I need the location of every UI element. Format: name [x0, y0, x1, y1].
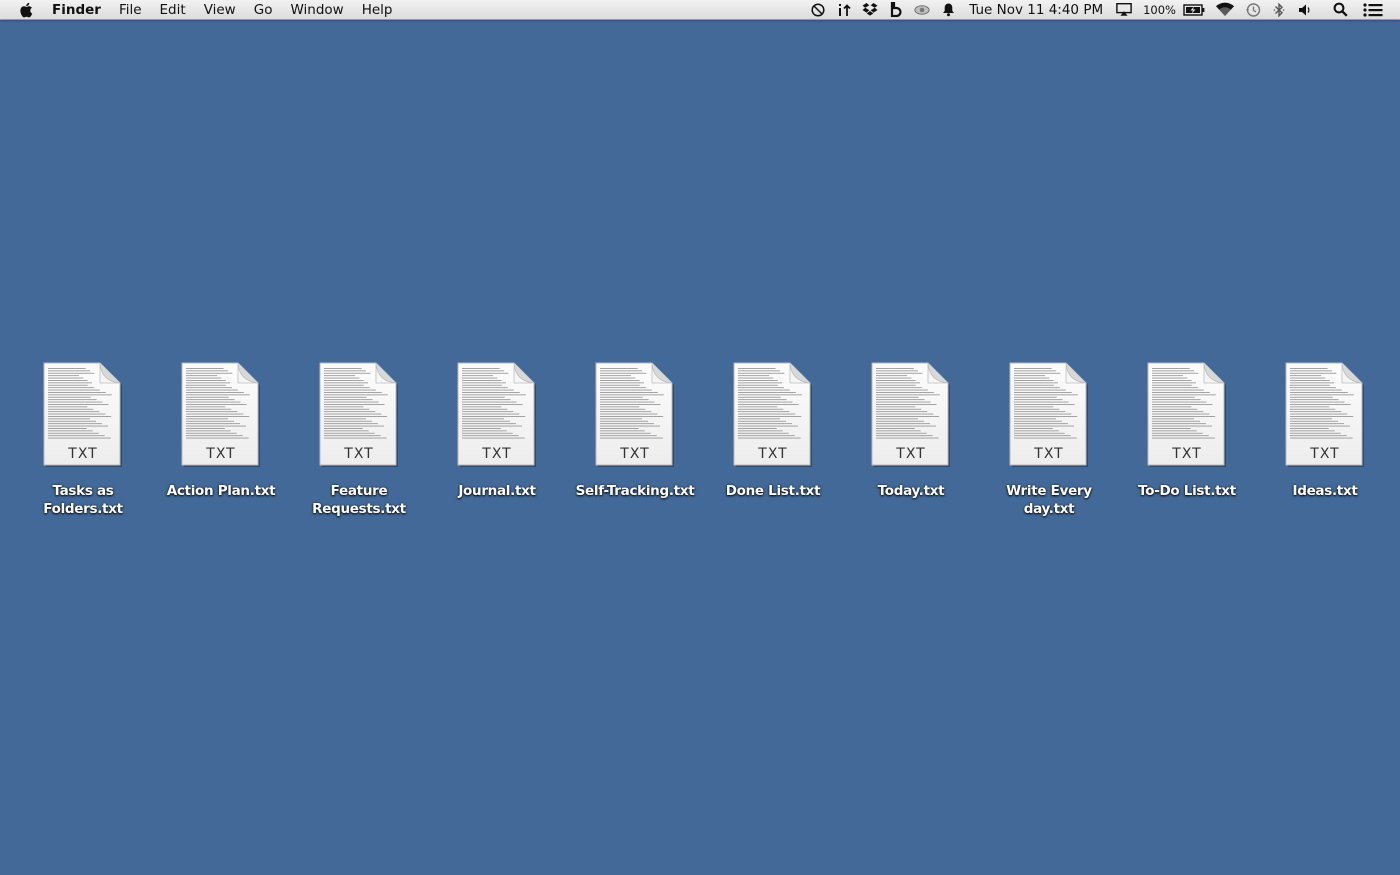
txt-document-icon: TXT	[1147, 362, 1227, 468]
txt-document-icon: TXT	[1285, 362, 1365, 468]
spotlight-search-icon[interactable]	[1332, 2, 1348, 18]
bluetooth-icon[interactable]	[1271, 2, 1287, 18]
desktop-file-today[interactable]: TXT Today.txt	[842, 362, 980, 518]
file-type-label: TXT	[344, 446, 374, 462]
file-type-label: TXT	[482, 446, 512, 462]
airplay-icon[interactable]	[1116, 2, 1132, 18]
do-not-disturb-icon[interactable]	[810, 2, 826, 18]
menu-view[interactable]: View	[195, 0, 245, 20]
sync-arrows-icon[interactable]	[836, 2, 852, 18]
txt-document-icon: TXT	[595, 362, 675, 468]
menu-help[interactable]: Help	[353, 0, 402, 20]
menu-bar: Finder File Edit View Go Window Help Tue…	[0, 0, 1400, 20]
file-type-label: TXT	[896, 446, 926, 462]
desktop-file-to-do-list[interactable]: TXT To-Do List.txt	[1118, 362, 1256, 518]
txt-document-icon: TXT	[871, 362, 951, 468]
desktop-file-self-tracking[interactable]: TXT Self-Tracking.txt	[566, 362, 704, 518]
desktop-file-write-every-day[interactable]: TXT Write Every day.txt	[980, 362, 1118, 518]
desktop-file-tasks-as-folders[interactable]: TXT Tasks as Folders.txt	[14, 362, 152, 518]
menu-bar-extras: Tue Nov 11 4:40 PM 100%	[805, 0, 1400, 20]
desktop-file-done-list[interactable]: TXT Done List.txt	[704, 362, 842, 518]
file-name[interactable]: Today.txt	[845, 482, 977, 500]
file-name[interactable]: Tasks as Folders.txt	[17, 482, 149, 518]
battery-percent[interactable]: 100%	[1143, 3, 1176, 17]
file-type-label: TXT	[758, 446, 788, 462]
time-machine-icon[interactable]	[1245, 2, 1261, 18]
txt-document-icon: TXT	[1009, 362, 1089, 468]
menu-app-finder[interactable]: Finder	[52, 0, 110, 20]
menu-go[interactable]: Go	[245, 0, 282, 20]
menu-bar-left: Finder File Edit View Go Window Help	[0, 0, 401, 20]
desktop-file-journal[interactable]: TXT Journal.txt	[428, 362, 566, 518]
file-name[interactable]: Journal.txt	[431, 482, 563, 500]
file-type-label: TXT	[206, 446, 236, 462]
menu-window[interactable]: Window	[281, 0, 352, 20]
desktop-icons: TXT Tasks as Folders.txt TXT Action Plan…	[14, 362, 1394, 518]
notification-center-list-icon[interactable]	[1363, 2, 1383, 18]
txt-document-icon: TXT	[43, 362, 123, 468]
desktop-file-feature-requests[interactable]: TXT Feature Requests.txt	[290, 362, 428, 518]
file-name[interactable]: Write Every day.txt	[983, 482, 1115, 518]
txt-document-icon: TXT	[733, 362, 813, 468]
txt-document-icon: TXT	[319, 362, 399, 468]
notification-bell-icon[interactable]	[940, 2, 956, 18]
desktop-file-ideas[interactable]: TXT Ideas.txt	[1256, 362, 1394, 518]
apple-logo-icon[interactable]	[18, 1, 34, 19]
file-name[interactable]: Done List.txt	[707, 482, 839, 500]
menu-edit[interactable]: Edit	[151, 0, 195, 20]
file-type-label: TXT	[1034, 446, 1064, 462]
b-app-icon[interactable]	[888, 2, 904, 18]
battery-charging-icon[interactable]	[1183, 2, 1205, 18]
dropbox-icon[interactable]	[862, 2, 878, 18]
volume-icon[interactable]	[1297, 2, 1313, 18]
desktop-file-action-plan[interactable]: TXT Action Plan.txt	[152, 362, 290, 518]
file-name[interactable]: Ideas.txt	[1259, 482, 1391, 500]
file-name[interactable]: Feature Requests.txt	[293, 482, 425, 518]
wifi-icon[interactable]	[1215, 2, 1235, 18]
file-type-label: TXT	[1172, 446, 1202, 462]
file-type-label: TXT	[1310, 446, 1340, 462]
eye-icon[interactable]	[914, 2, 930, 18]
txt-document-icon: TXT	[457, 362, 537, 468]
file-name[interactable]: Action Plan.txt	[155, 482, 287, 500]
menu-bar-clock[interactable]: Tue Nov 11 4:40 PM	[969, 2, 1103, 18]
txt-document-icon: TXT	[181, 362, 261, 468]
file-type-label: TXT	[620, 446, 650, 462]
file-name[interactable]: Self-Tracking.txt	[569, 482, 701, 500]
file-type-label: TXT	[68, 446, 98, 462]
menu-file[interactable]: File	[110, 0, 151, 20]
file-name[interactable]: To-Do List.txt	[1121, 482, 1253, 500]
